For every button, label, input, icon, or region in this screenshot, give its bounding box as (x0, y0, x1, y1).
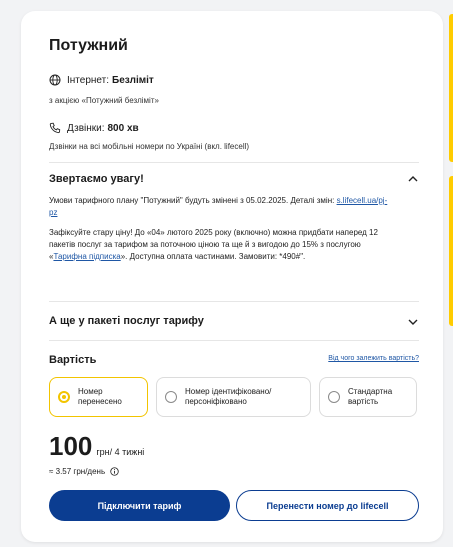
notice-paragraph-1: Умови тарифного плану "Потужний" будуть … (49, 195, 389, 219)
phone-icon (49, 122, 61, 134)
globe-icon (49, 74, 61, 86)
price-option-standard[interactable]: Стандартна вартість (319, 377, 417, 417)
internet-value: Безліміт (112, 74, 154, 86)
radio-icon (165, 391, 177, 403)
price-label: Вартість (49, 354, 97, 366)
calls-note: Дзвінки на всі мобільні номери по Україн… (49, 142, 250, 151)
price-per-day-text: ≈ 3.57 грн/день (49, 467, 106, 476)
price-per-day: ≈ 3.57 грн/день (49, 467, 119, 476)
internet-label: Інтернет: (67, 74, 110, 86)
notice-paragraph-2: Зафіксуйте стару ціну! До «04» лютого 20… (49, 227, 389, 263)
price-unit: грн/ 4 тижні (96, 447, 145, 457)
price-option-identified[interactable]: Номер ідентифіковано/ персоніфіковано (156, 377, 311, 417)
price-options: Номер перенесено Номер ідентифіковано/ п… (49, 377, 417, 417)
package-section-title[interactable]: А ще у пакеті послуг тарифу (49, 315, 204, 327)
price-value: 100 (49, 431, 93, 461)
calls-value: 800 хв (107, 122, 139, 134)
side-accent-strip (449, 14, 453, 162)
chevron-down-icon[interactable] (407, 316, 419, 328)
divider (49, 162, 419, 163)
price-amount: 100 грн/ 4 тижні (49, 431, 144, 462)
price-help-link[interactable]: Від чого залежить вартість? (328, 355, 419, 362)
radio-selected-icon (58, 391, 70, 403)
internet-feature: Інтернет: Безліміт (49, 74, 154, 86)
radio-icon (328, 391, 340, 403)
transfer-number-button[interactable]: Перенести номер до lifecell (236, 490, 419, 521)
price-option-label: Номер перенесено (78, 387, 122, 406)
divider (49, 340, 419, 341)
price-option-label: Стандартна вартість (348, 387, 393, 406)
side-accent-strip (449, 176, 453, 326)
tariff-card: Потужний Інтернет: Безліміт з акцією «По… (21, 11, 443, 542)
connect-tariff-button[interactable]: Підключити тариф (49, 490, 230, 521)
notice-paragraph-1-text: Умови тарифного плану "Потужний" будуть … (49, 196, 337, 205)
calls-feature: Дзвінки: 800 хв (49, 122, 139, 134)
info-icon[interactable] (110, 467, 119, 476)
internet-note: з акцією «Потужний безліміт» (49, 96, 159, 105)
price-option-transferred[interactable]: Номер перенесено (49, 377, 148, 417)
price-option-label: Номер ідентифіковано/ персоніфіковано (185, 387, 272, 406)
calls-label: Дзвінки: (67, 122, 105, 134)
tariff-subscription-link[interactable]: Тарифна підписка (53, 252, 120, 261)
tariff-title: Потужний (49, 37, 128, 54)
notice-title: Звертаємо увагу! (49, 173, 144, 185)
notice-paragraph-2-suffix: ». Доступна оплата частинами. Замовити: … (120, 252, 306, 261)
chevron-up-icon[interactable] (407, 173, 419, 185)
divider (49, 301, 419, 302)
